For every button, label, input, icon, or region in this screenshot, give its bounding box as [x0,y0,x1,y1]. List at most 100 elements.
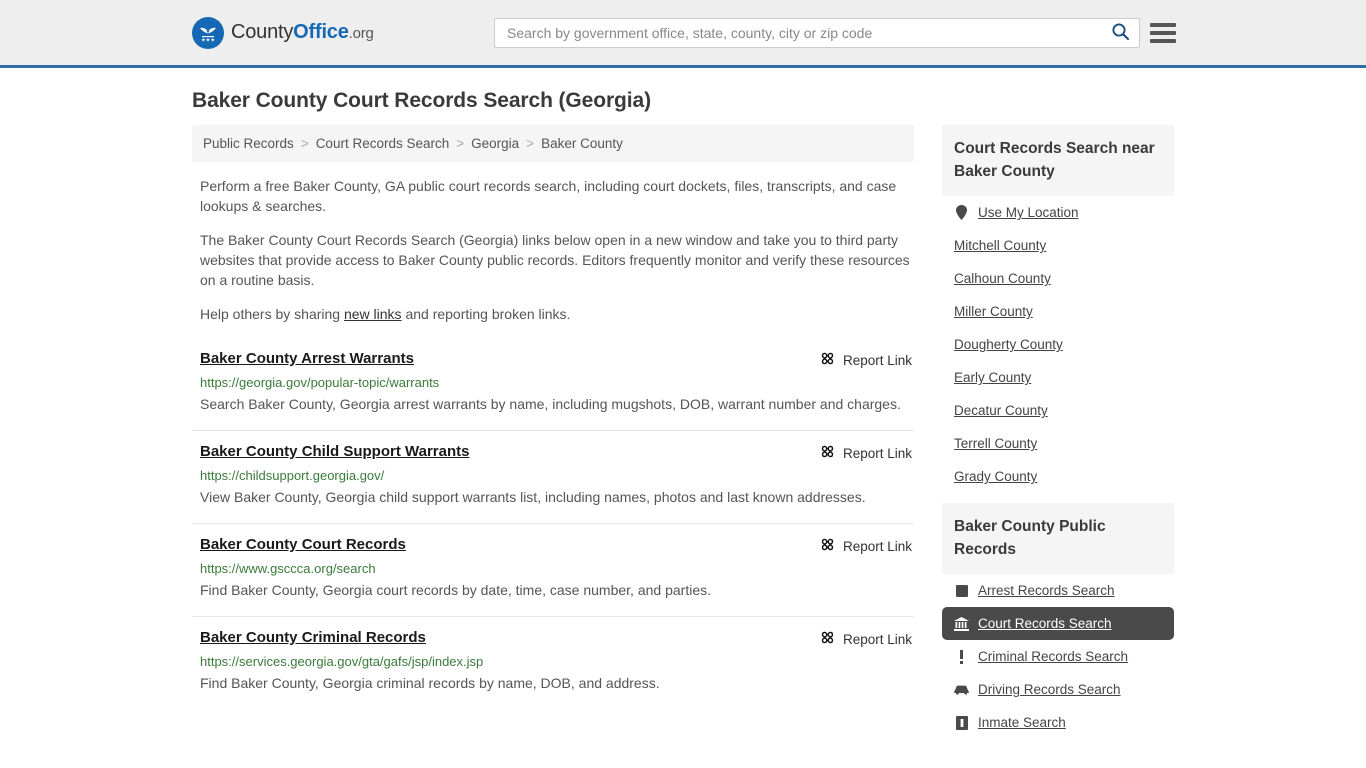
page-title: Baker County Court Records Search (Georg… [192,89,651,112]
sidebar-item-use-my-location[interactable]: Use My Location [942,196,1174,229]
result-row: Baker County Arrest Warrants Report Link… [192,338,914,430]
county-link[interactable]: Miller County [954,304,1033,319]
public-record-link[interactable]: Criminal Records Search [978,649,1128,664]
report-link-button[interactable]: Report Link [820,629,912,648]
report-link-label: Report Link [842,352,912,368]
sidebar: Court Records Search near Baker County U… [942,125,1174,749]
broken-link-icon [820,630,835,648]
result-title-link[interactable]: Baker County Arrest Warrants [200,350,414,367]
result-row: Baker County Criminal Records Report Lin… [192,616,914,709]
county-link[interactable]: Mitchell County [954,238,1046,253]
report-link-label: Report Link [842,631,912,647]
sidebar-item-early-county[interactable]: Early County [942,361,1174,394]
result-description: View Baker County, Georgia child support… [200,489,866,505]
report-link-button[interactable]: Report Link [820,443,912,462]
sidebar-item-court-records-search[interactable]: Court Records Search [942,607,1174,640]
result-description: Find Baker County, Georgia court records… [200,582,711,598]
result-url: https://www.gsccca.org/search [200,561,376,576]
hamburger-bar-1 [1150,23,1176,27]
search-button[interactable] [1101,19,1139,47]
result-header: Baker County Criminal Records Report Lin… [200,629,912,648]
breadcrumb-separator: > [300,136,309,151]
sidebar-item-arrest-records-search[interactable]: Arrest Records Search [942,574,1174,607]
county-link[interactable]: Decatur County [954,403,1048,418]
breadcrumb-item-public-records[interactable]: Public Records [203,136,294,151]
sidebar-item-driving-records-search[interactable]: Driving Records Search [942,673,1174,706]
sidebar-item-decatur-county[interactable]: Decatur County [942,394,1174,427]
sidebar-item-mitchell-county[interactable]: Mitchell County [942,229,1174,262]
public-records-panel-title: Baker County Public Records [942,503,1174,574]
breadcrumb: Public Records > Court Records Search > … [192,125,914,162]
sidebar-item-dougherty-county[interactable]: Dougherty County [942,328,1174,361]
use-my-location-link[interactable]: Use My Location [978,205,1079,220]
county-link[interactable]: Calhoun County [954,271,1051,286]
result-header: Baker County Child Support Warrants Repo… [200,443,912,462]
content-columns: Public Records > Court Records Search > … [192,125,1174,749]
broken-link-icon [820,444,835,462]
search-bar [494,18,1140,48]
report-link-button[interactable]: Report Link [820,350,912,369]
public-record-link[interactable]: Inmate Search [978,715,1066,730]
county-link[interactable]: Dougherty County [954,337,1063,352]
result-description: Find Baker County, Georgia criminal reco… [200,675,660,691]
nearby-county-list: Use My Location Mitchell County Calhoun … [942,196,1174,493]
eagle-stars-seal-icon: ★★★ [192,16,224,49]
courthouse-icon [954,616,969,631]
square-icon [954,583,969,598]
nearby-panel-title: Court Records Search near Baker County [942,125,1174,196]
main-column: Public Records > Court Records Search > … [192,125,914,709]
intro-paragraph-3: Help others by sharing new links and rep… [200,304,912,324]
page-container: Baker County Court Records Search (Georg… [0,89,1366,749]
breadcrumb-separator: > [526,136,535,151]
hamburger-menu-icon[interactable] [1150,20,1176,46]
car-icon [954,682,969,697]
site-header: ★★★ CountyOffice.org [0,0,1366,68]
result-row: Baker County Court Records Report Link h… [192,523,914,616]
sidebar-item-terrell-county[interactable]: Terrell County [942,427,1174,460]
result-row: Baker County Child Support Warrants Repo… [192,430,914,523]
new-links-link[interactable]: new links [344,306,402,322]
result-title-link[interactable]: Baker County Court Records [200,536,406,553]
broken-link-icon [820,351,835,369]
inmate-icon [954,715,969,730]
result-url: https://services.georgia.gov/gta/gafs/js… [200,654,484,669]
sidebar-item-miller-county[interactable]: Miller County [942,295,1174,328]
report-link-button[interactable]: Report Link [820,536,912,555]
sidebar-item-grady-county[interactable]: Grady County [942,460,1174,493]
sidebar-item-calhoun-county[interactable]: Calhoun County [942,262,1174,295]
sidebar-item-criminal-records-search[interactable]: Criminal Records Search [942,640,1174,673]
svg-text:★★★: ★★★ [201,37,215,43]
public-record-link[interactable]: Arrest Records Search [978,583,1115,598]
search-input[interactable] [495,19,1101,47]
intro-p3-before: Help others by sharing [200,306,344,322]
logo-text-office: Office [293,21,349,43]
results-list: Baker County Arrest Warrants Report Link… [192,338,914,709]
intro-paragraph-1: Perform a free Baker County, GA public c… [200,178,897,214]
public-record-link[interactable]: Driving Records Search [978,682,1121,697]
breadcrumb-item-baker-county[interactable]: Baker County [541,136,623,151]
report-link-label: Report Link [842,445,912,461]
county-link[interactable]: Terrell County [954,436,1037,451]
breadcrumb-item-court-records-search[interactable]: Court Records Search [316,136,450,151]
search-icon [1111,22,1130,44]
sidebar-item-inmate-search[interactable]: Inmate Search [942,706,1174,739]
site-logo[interactable]: ★★★ CountyOffice.org [192,16,374,49]
intro-text: Perform a free Baker County, GA public c… [192,176,914,324]
result-url: https://georgia.gov/popular-topic/warran… [200,375,440,390]
public-records-list: Arrest Records Search Court Records Sear… [942,574,1174,739]
result-header: Baker County Arrest Warrants Report Link [200,350,912,369]
logo-text-county: County [231,21,294,43]
public-record-link[interactable]: Court Records Search [978,616,1112,631]
result-header: Baker County Court Records Report Link [200,536,912,555]
public-records-panel: Baker County Public Records Arrest Recor… [942,503,1174,739]
intro-p3-after: and reporting broken links. [401,306,571,322]
result-title-link[interactable]: Baker County Child Support Warrants [200,443,469,460]
result-title-link[interactable]: Baker County Criminal Records [200,629,426,646]
hamburger-bar-3 [1150,39,1176,43]
county-link[interactable]: Grady County [954,469,1037,484]
breadcrumb-item-georgia[interactable]: Georgia [471,136,519,151]
county-link[interactable]: Early County [954,370,1031,385]
map-pin-icon [954,205,969,220]
intro-paragraph-2: The Baker County Court Records Search (G… [200,232,910,288]
result-description: Search Baker County, Georgia arrest warr… [200,396,901,412]
